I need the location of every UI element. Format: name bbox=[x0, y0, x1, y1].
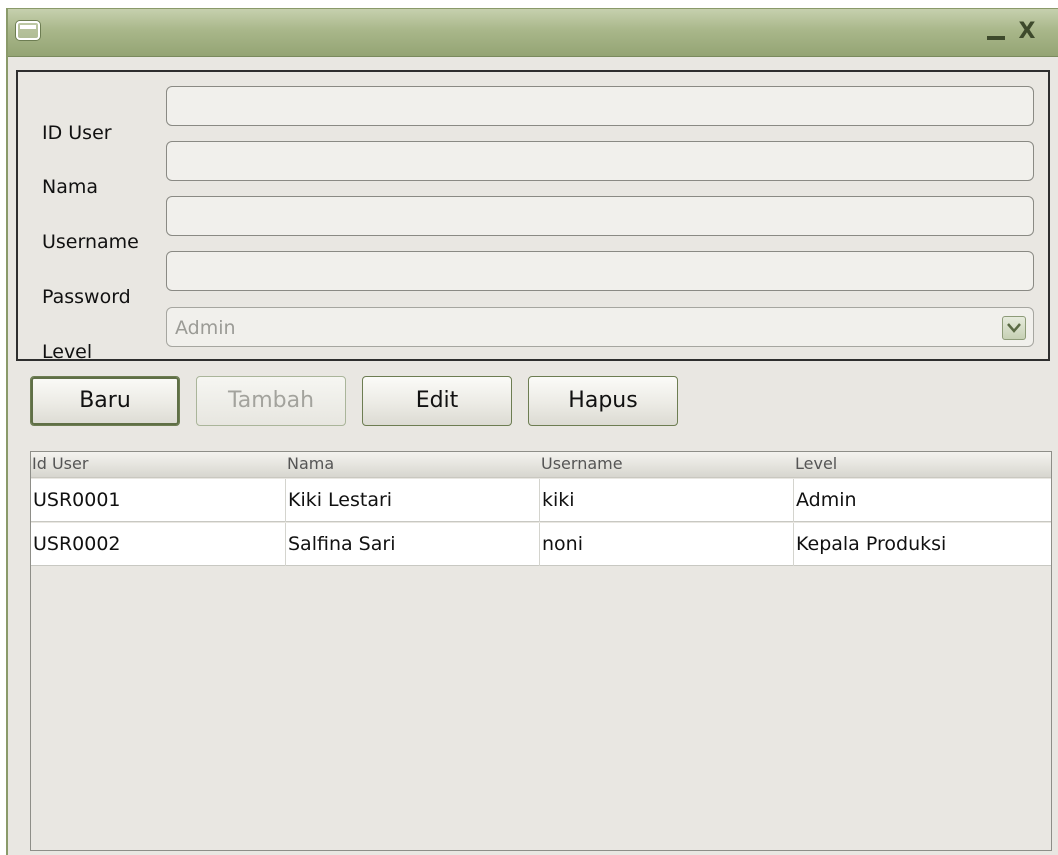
column-header-username[interactable]: Username bbox=[541, 454, 623, 473]
hapus-button[interactable]: Hapus bbox=[528, 376, 678, 426]
edit-button[interactable]: Edit bbox=[362, 376, 512, 426]
column-header-level[interactable]: Level bbox=[795, 454, 837, 473]
chevron-down-icon[interactable] bbox=[1002, 316, 1026, 340]
table-cell: Kepala Produksi bbox=[793, 523, 1051, 566]
table-cell: noni bbox=[539, 523, 793, 566]
table-header: Id User Nama Username Level bbox=[31, 452, 1051, 478]
minimize-button[interactable] bbox=[982, 21, 1008, 45]
window-icon[interactable] bbox=[16, 21, 40, 40]
table-cell: USR0002 bbox=[33, 533, 121, 555]
column-header-id-user[interactable]: Id User bbox=[32, 454, 88, 473]
column-header-nama[interactable]: Nama bbox=[287, 454, 334, 473]
user-form: ID User Nama Username Password Level Adm… bbox=[16, 70, 1050, 363]
nama-input[interactable] bbox=[166, 141, 1034, 181]
table-cell: Admin bbox=[793, 479, 1051, 522]
title-bar[interactable]: X bbox=[8, 9, 1058, 57]
level-label: Level bbox=[42, 341, 93, 363]
table-cell: kiki bbox=[539, 479, 793, 522]
tambah-button[interactable]: Tambah bbox=[196, 376, 346, 426]
id-user-label: ID User bbox=[42, 122, 112, 144]
level-select[interactable]: Admin bbox=[166, 307, 1034, 347]
user-table[interactable]: Id User Nama Username Level USR0001 Kiki… bbox=[30, 451, 1052, 851]
table-row[interactable]: USR0002 Salfina Sari noni Kepala Produks… bbox=[31, 523, 1051, 566]
id-user-input[interactable] bbox=[166, 86, 1034, 126]
minimize-icon bbox=[987, 36, 1005, 40]
level-selected-value: Admin bbox=[175, 317, 236, 339]
table-cell: USR0001 bbox=[33, 489, 121, 511]
close-button[interactable]: X bbox=[1014, 21, 1040, 45]
nama-label: Nama bbox=[42, 176, 99, 198]
password-label: Password bbox=[42, 286, 131, 308]
username-input[interactable] bbox=[166, 196, 1034, 236]
app-window: X ID User Nama Username Password Level A… bbox=[6, 8, 1058, 855]
username-label: Username bbox=[42, 231, 139, 253]
table-cell: Kiki Lestari bbox=[285, 479, 539, 522]
table-row[interactable]: USR0001 Kiki Lestari kiki Admin bbox=[31, 479, 1051, 522]
password-input[interactable] bbox=[166, 251, 1034, 291]
baru-button[interactable]: Baru bbox=[30, 376, 180, 426]
table-cell: Salfina Sari bbox=[285, 523, 539, 566]
